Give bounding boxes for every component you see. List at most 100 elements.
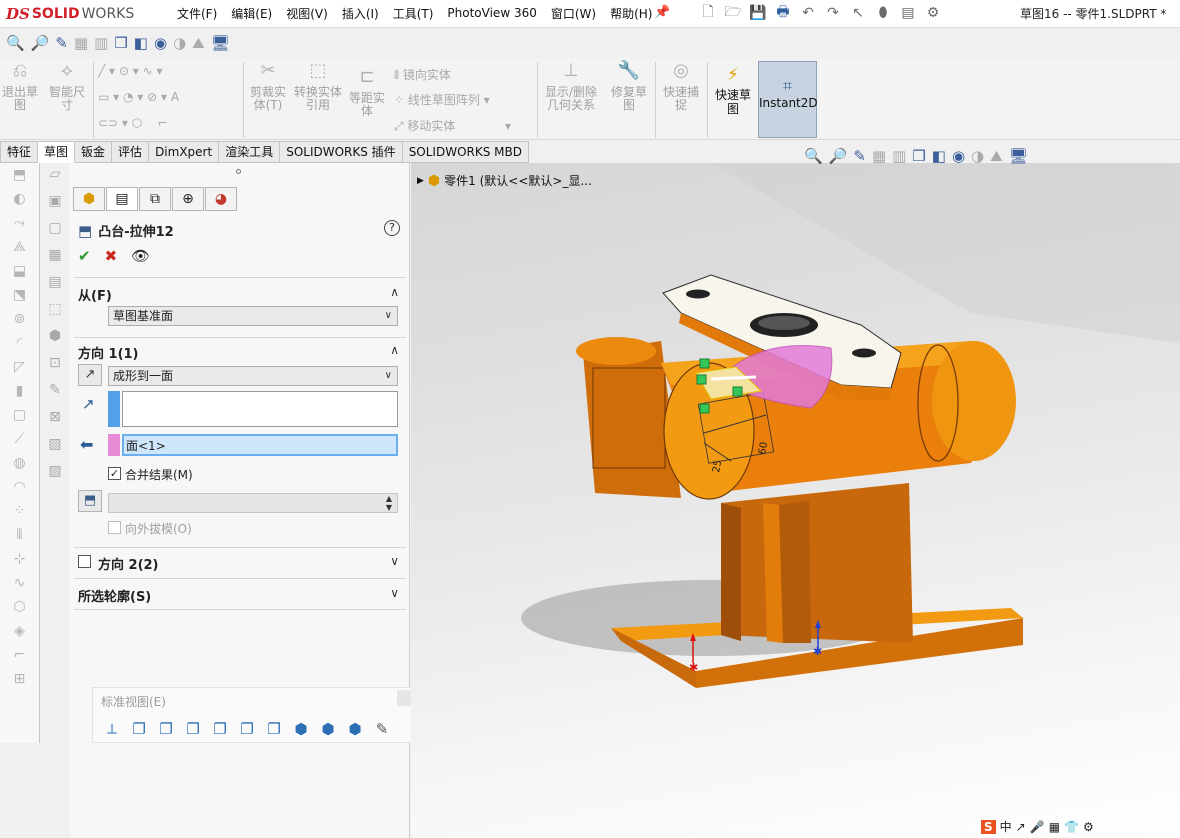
filter-curves-icon[interactable]: ▨: [40, 463, 70, 487]
direction1-section-header[interactable]: 方向 1(1): [78, 343, 139, 362]
end-condition-dropdown[interactable]: 成形到一面 ∨: [108, 366, 398, 386]
direction-vector-selection[interactable]: [122, 391, 398, 427]
direction2-section-header[interactable]: 方向 2(2): [98, 554, 159, 573]
surface-icon[interactable]: ◈: [0, 623, 39, 643]
display-style-icon[interactable]: ◧: [932, 147, 946, 165]
ime-chinese-icon[interactable]: 中: [1000, 818, 1012, 835]
ime-settings-icon[interactable]: ⚙: [1083, 820, 1094, 834]
appearance-icon[interactable]: ◑: [971, 147, 984, 165]
zoom-to-area-icon[interactable]: 🔎: [31, 34, 50, 52]
menu-view[interactable]: 视图(V): [279, 5, 335, 22]
undo-icon[interactable]: ↶: [798, 3, 818, 23]
wrap-icon[interactable]: ◍: [0, 455, 39, 475]
feature-manager-tab-icon[interactable]: ⬢: [73, 187, 105, 211]
sheet-metal-icon[interactable]: ⌐: [0, 647, 39, 667]
hide-show-icon[interactable]: ◉: [952, 147, 965, 165]
preview-eye-icon[interactable]: 👁: [131, 247, 150, 265]
right-view-icon[interactable]: ❐: [211, 720, 229, 738]
linear-pattern-button[interactable]: ⁘ 线性草图阵列 ▾: [394, 91, 490, 108]
rapid-sketch-button[interactable]: ⚡ 快速草图: [710, 67, 756, 117]
menu-help[interactable]: 帮助(H): [603, 5, 659, 22]
drag-handle[interactable]: [699, 358, 710, 369]
direction-arrow[interactable]: [710, 375, 757, 381]
options-gear-icon[interactable]: ⚙: [923, 3, 943, 23]
previous-view-icon[interactable]: ✎: [853, 147, 866, 165]
chamfer-icon[interactable]: ◸: [0, 359, 39, 379]
repair-sketch-button[interactable]: 🔧 修复草图: [606, 62, 652, 112]
display-manager-tab-icon[interactable]: ◕: [205, 187, 237, 211]
line-tool-icon[interactable]: ╱ ▾ ⊙ ▾ ∿ ▾: [98, 64, 162, 78]
link-views-icon[interactable]: ✎: [373, 720, 391, 738]
instant3d-icon[interactable]: ⬡: [0, 599, 39, 619]
filter-notes-icon[interactable]: ✎: [40, 382, 70, 406]
view-settings-icon[interactable]: 🖥: [211, 34, 230, 52]
tab-render-tools[interactable]: 渲染工具: [219, 141, 281, 163]
exit-sketch-button[interactable]: ⎌ 退出草图: [0, 62, 40, 112]
ime-voice-icon[interactable]: 🎤: [1030, 820, 1045, 834]
graphics-area[interactable]: 60 25 ✱ ✱ ▶ ⬢ 零件1 (默认<<默认>_显... S 中 ↗ 🎤 …: [411, 163, 1180, 838]
filter-planes-icon[interactable]: ▦: [40, 247, 70, 271]
cut-extrude-icon[interactable]: ⬔: [0, 287, 39, 307]
print-icon[interactable]: 🖶: [773, 3, 793, 23]
view-orientation-icon[interactable]: ❒: [912, 147, 925, 165]
cancel-x-icon[interactable]: ✖: [105, 247, 118, 265]
menu-file[interactable]: 文件(F): [170, 5, 224, 22]
dimension-25[interactable]: 25: [711, 459, 724, 473]
revolve-icon[interactable]: ◐: [0, 191, 39, 211]
face-selection-box[interactable]: 面<1>: [122, 434, 398, 456]
ok-check-icon[interactable]: ✔: [78, 247, 91, 265]
view-settings-icon[interactable]: 🖥: [1009, 147, 1028, 165]
tab-evaluate[interactable]: 评估: [112, 141, 150, 163]
filter-edges-icon[interactable]: ▱: [40, 166, 70, 190]
support-body[interactable]: [721, 483, 913, 643]
menu-tools[interactable]: 工具(T): [386, 5, 441, 22]
display-style-icon[interactable]: ◧: [134, 34, 148, 52]
front-view-icon[interactable]: ❐: [130, 720, 148, 738]
offset-entities-button[interactable]: ⊏ 等距实体: [346, 68, 388, 118]
rib-icon[interactable]: ▮: [0, 383, 39, 403]
reference-geometry-icon[interactable]: ⊹: [0, 551, 39, 571]
filter-vertices-icon[interactable]: ▢: [40, 220, 70, 244]
dimension-60[interactable]: 60: [757, 441, 770, 455]
drag-handle[interactable]: [732, 386, 743, 397]
zoom-to-fit-icon[interactable]: 🔍: [6, 34, 25, 52]
spinner-arrows-icon[interactable]: ▲ ▼: [386, 494, 392, 512]
save-icon[interactable]: 💾: [748, 3, 768, 23]
draft-icon[interactable]: ⟋: [0, 431, 39, 451]
filter-sketch-icon[interactable]: ⬢: [40, 328, 70, 352]
menu-photoview[interactable]: PhotoView 360: [440, 6, 543, 20]
face-selection-item[interactable]: 面<1>: [126, 437, 166, 454]
section-view-icon[interactable]: ▦: [74, 34, 88, 52]
filter-dims-icon[interactable]: ⊡: [40, 355, 70, 379]
pin-icon[interactable]: 📌: [654, 5, 670, 20]
slot-tool-icon[interactable]: ⊂⊃ ▾ ⬡ ⌐: [98, 116, 168, 130]
weldment-icon[interactable]: ⊞: [0, 671, 39, 691]
bottom-view-icon[interactable]: ❐: [265, 720, 283, 738]
property-manager-tab-icon[interactable]: ▤: [106, 187, 138, 211]
menu-edit[interactable]: 编辑(E): [224, 5, 279, 22]
drag-handle[interactable]: [696, 374, 707, 385]
collapse-chevron-icon[interactable]: ∧: [390, 285, 399, 299]
filter-axes-icon[interactable]: ▤: [40, 274, 70, 298]
sweep-icon[interactable]: ⤳: [0, 215, 39, 235]
loft-icon[interactable]: ⟁: [0, 239, 39, 259]
drag-handle[interactable]: [699, 403, 710, 414]
feature-tree-flyout[interactable]: ▶ ⬢ 零件1 (默认<<默认>_显...: [417, 172, 592, 189]
rebuild-icon[interactable]: ⬮: [873, 3, 893, 23]
expand-chevron-icon[interactable]: ∨: [390, 586, 399, 600]
from-dropdown[interactable]: 草图基准面 ∨: [108, 306, 398, 326]
tab-sheet-metal[interactable]: 钣金: [75, 141, 113, 163]
show-relations-button[interactable]: ⊥ 显示/删除几何关系: [540, 62, 602, 112]
ime-keyboard-icon[interactable]: ▦: [1049, 820, 1060, 834]
scene-icon[interactable]: ⛰: [192, 34, 205, 52]
trimetric-view-icon[interactable]: ⬢: [319, 720, 337, 738]
ime-skin-icon[interactable]: 👕: [1064, 820, 1079, 834]
dome-icon[interactable]: ◠: [0, 479, 39, 499]
zoom-to-fit-icon[interactable]: 🔍: [804, 147, 823, 165]
right-cylinder-end[interactable]: [932, 341, 1016, 461]
expand-arrow-icon[interactable]: ▶: [417, 176, 424, 186]
instant2d-button[interactable]: ⌗ Instant2D: [758, 61, 818, 138]
select-icon[interactable]: ↖: [848, 3, 868, 23]
dimetric-view-icon[interactable]: ⬢: [346, 720, 364, 738]
configuration-manager-tab-icon[interactable]: ⧉: [139, 187, 171, 211]
